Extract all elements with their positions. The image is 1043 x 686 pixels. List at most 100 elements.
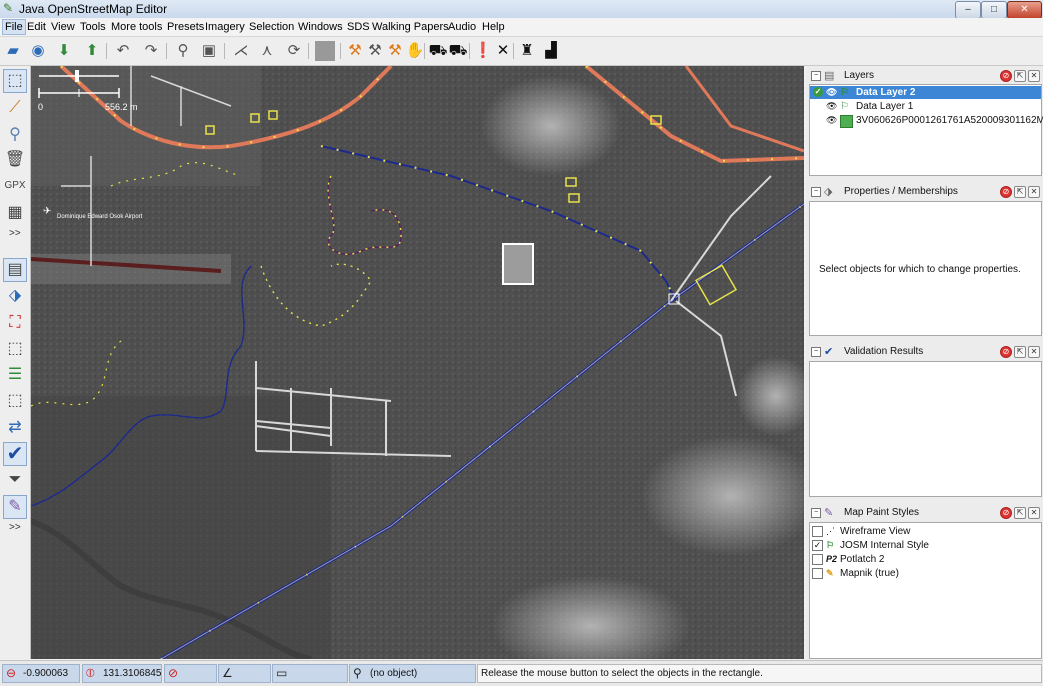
- style-checkbox[interactable]: [812, 526, 823, 537]
- detach-panel-icon[interactable]: ⇱: [1014, 346, 1026, 358]
- collapse-layers-toggle[interactable]: −: [811, 71, 821, 81]
- download-icon[interactable]: ⬇: [54, 41, 74, 61]
- preferences-icon[interactable]: ⚲: [173, 41, 193, 61]
- menu-audio[interactable]: Audio: [446, 20, 478, 34]
- collapse-paint-styles-toggle[interactable]: −: [811, 508, 821, 518]
- map-view[interactable]: 0 556.2 m ✈ Dominique Edward Osok Airpor…: [31, 66, 804, 659]
- tool-c-icon[interactable]: ⚒: [385, 41, 405, 61]
- collapse-properties-toggle[interactable]: −: [811, 187, 821, 197]
- undo-icon[interactable]: ↶: [113, 41, 133, 61]
- open-location-icon[interactable]: ◉: [28, 41, 48, 61]
- menu-file[interactable]: File: [2, 19, 26, 35]
- user-list-icon[interactable]: ☰: [3, 363, 27, 387]
- conflict-icon[interactable]: ⇄: [3, 416, 27, 440]
- industrial-icon[interactable]: ▟: [541, 41, 561, 61]
- select-tool-icon[interactable]: ⬚: [3, 69, 27, 93]
- detach-panel-icon[interactable]: ⇱: [1014, 70, 1026, 82]
- tool-b-icon[interactable]: ⚒: [365, 41, 385, 61]
- validator-toggle-icon[interactable]: ✔: [3, 442, 27, 466]
- angle-icon: ∠: [222, 666, 233, 680]
- properties-panel-header: − ⬗ Properties / Memberships ⊘ ⇱ ✕: [808, 183, 1041, 200]
- building-tool-icon[interactable]: ▦: [3, 201, 27, 225]
- imagery-layer-icon: [840, 115, 853, 128]
- map-canvas[interactable]: 0 556.2 m ✈ Dominique Edward Osok Airpor…: [31, 66, 804, 659]
- relation-toggle-icon[interactable]: ⛶: [3, 311, 27, 335]
- split-way-icon[interactable]: ⋌: [231, 41, 251, 61]
- combine-way-icon[interactable]: ⋏: [257, 41, 277, 61]
- menu-sds[interactable]: SDS: [345, 20, 372, 34]
- close-panel-icon[interactable]: ✕: [1028, 70, 1040, 82]
- menu-tools[interactable]: Tools: [78, 20, 108, 34]
- menu-imagery[interactable]: Imagery: [203, 20, 247, 34]
- delete-tool-icon[interactable]: 🗑: [3, 148, 27, 172]
- right-dock: − ▤ Layers ⊘ ⇱ ✕ ✓ 👁 ⚐ Data Layer 2 👁 ⚐ …: [806, 66, 1043, 659]
- gpx-tool-icon[interactable]: GPX: [3, 174, 27, 198]
- car-icon[interactable]: ⛟: [428, 41, 448, 61]
- collapse-validation-toggle[interactable]: −: [811, 347, 821, 357]
- close-panel-icon[interactable]: ✕: [1028, 186, 1040, 198]
- draw-tool-icon[interactable]: ⟋: [3, 96, 27, 120]
- panel-close-red-icon[interactable]: ⊘: [1000, 70, 1012, 82]
- paint-styles-icon: ✎: [824, 507, 834, 519]
- factory-icon[interactable]: ♜: [517, 41, 537, 61]
- bus-icon[interactable]: ⛟: [448, 41, 468, 61]
- menu-more-tools[interactable]: More tools: [109, 20, 164, 34]
- layer-row-data-layer-1[interactable]: 👁 ⚐ Data Layer 1: [810, 100, 1041, 113]
- menu-view[interactable]: View: [49, 20, 77, 34]
- menu-edit[interactable]: Edit: [25, 20, 48, 34]
- menu-help[interactable]: Help: [480, 20, 507, 34]
- visibility-eye-icon[interactable]: 👁: [826, 100, 837, 113]
- history-icon[interactable]: ⬚: [3, 389, 27, 413]
- imagery-icon[interactable]: [315, 41, 335, 61]
- close-panel-icon[interactable]: ✕: [1028, 346, 1040, 358]
- open-file-icon[interactable]: ▰: [3, 41, 23, 61]
- close-panel-icon[interactable]: ✕: [1028, 507, 1040, 519]
- selection-list-icon[interactable]: ⬚: [3, 337, 27, 361]
- more-tools-toggle[interactable]: >>: [9, 228, 21, 239]
- josm-app-icon: ✎: [3, 1, 14, 15]
- panel-close-red-icon[interactable]: ⊘: [1000, 186, 1012, 198]
- menu-walking-papers[interactable]: Walking Papers: [370, 20, 451, 34]
- latitude-field: ⊖ -0.900063: [2, 664, 80, 683]
- layer-list-toggle-icon[interactable]: ▤: [3, 258, 27, 282]
- upload-icon[interactable]: ⬆: [82, 41, 102, 61]
- layers-panel-title: Layers: [844, 70, 875, 81]
- heading-field: ⊘: [164, 664, 217, 683]
- style-checkbox[interactable]: ✓: [812, 540, 823, 551]
- style-label: Wireframe View: [840, 526, 911, 537]
- style-checkbox[interactable]: [812, 554, 823, 565]
- active-layer-check-icon: ✓: [813, 87, 823, 97]
- map-paint-styles-toggle-icon[interactable]: ✎: [3, 495, 27, 519]
- delete-cross-icon[interactable]: ✕: [493, 41, 513, 61]
- menu-windows[interactable]: Windows: [296, 20, 345, 34]
- redo-icon[interactable]: ↷: [141, 41, 161, 61]
- layer-row-imagery[interactable]: 👁 3V060626P0001261761A520009301162M...: [810, 114, 1043, 128]
- status-bar: ⊖ -0.900063 ⦶ 131.3106845 ⊘ ∠ ▭ ⚲ (no ob…: [0, 660, 1043, 686]
- visibility-eye-icon[interactable]: 👁: [826, 86, 837, 99]
- detach-panel-icon[interactable]: ⇱: [1014, 186, 1026, 198]
- zoom-tool-icon[interactable]: ⚲: [3, 123, 27, 147]
- detach-panel-icon[interactable]: ⇱: [1014, 507, 1026, 519]
- filter-icon[interactable]: ⏷: [3, 468, 27, 492]
- tag-toggle-icon[interactable]: ⬗: [3, 284, 27, 308]
- potlatch-icon: P2: [826, 554, 838, 564]
- info-icon[interactable]: ▣: [199, 41, 219, 61]
- menu-selection[interactable]: Selection: [247, 20, 296, 34]
- style-label: Potlatch 2: [840, 554, 885, 565]
- maximize-button[interactable]: □: [981, 1, 1007, 19]
- close-button[interactable]: ✕: [1007, 1, 1042, 19]
- tool-a-icon[interactable]: ⚒: [345, 41, 365, 61]
- visibility-eye-icon[interactable]: 👁: [826, 114, 837, 127]
- hand-icon[interactable]: ✋: [405, 41, 425, 61]
- warning-icon[interactable]: ❗: [473, 41, 493, 61]
- minimize-button[interactable]: –: [955, 1, 981, 19]
- menu-presets[interactable]: Presets: [165, 20, 206, 34]
- style-checkbox[interactable]: [812, 568, 823, 579]
- toolbar-separator: [469, 43, 470, 59]
- panel-close-red-icon[interactable]: ⊘: [1000, 346, 1012, 358]
- more-panels-toggle[interactable]: >>: [9, 522, 21, 533]
- status-message-field: Release the mouse button to select the o…: [477, 664, 1042, 683]
- layer-row-data-layer-2[interactable]: ✓ 👁 ⚐ Data Layer 2: [810, 86, 1041, 99]
- reverse-way-icon[interactable]: ⟳: [284, 41, 304, 61]
- panel-close-red-icon[interactable]: ⊘: [1000, 507, 1012, 519]
